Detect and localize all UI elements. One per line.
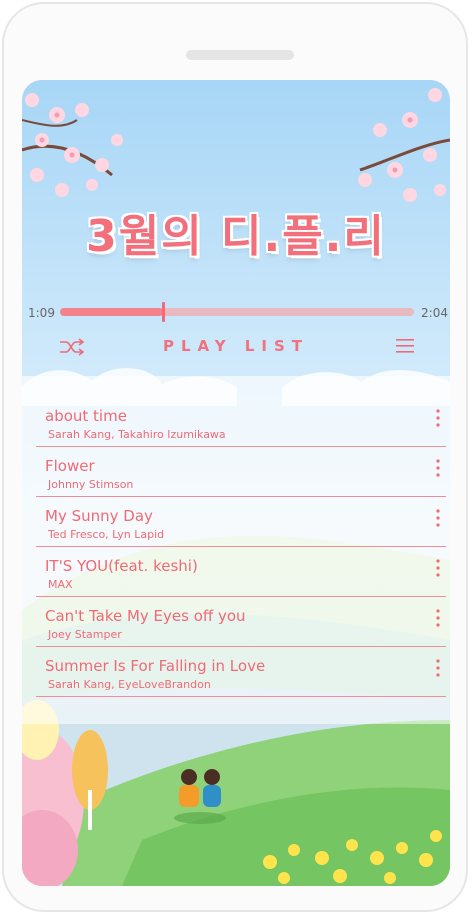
song-title: Can't Take My Eyes off you — [45, 607, 246, 625]
song-artist: Johnny Stimson — [48, 478, 134, 491]
cherry-blossom-left — [22, 93, 123, 197]
cherry-blossom-right — [358, 88, 450, 202]
phone-speaker — [186, 50, 294, 60]
song-title: My Sunny Day — [45, 507, 153, 525]
playlist-list: about time Sarah Kang, Takahiro Izumikaw… — [22, 376, 450, 724]
song-artist: Sarah Kang, EyeLoveBrandon — [48, 678, 211, 691]
song-artist: MAX — [48, 578, 73, 591]
song-title: about time — [45, 407, 127, 425]
song-title: Flower — [45, 457, 95, 475]
more-options-icon[interactable] — [436, 558, 440, 578]
list-item[interactable]: IT'S YOU(feat. keshi) MAX — [36, 546, 446, 597]
more-options-icon[interactable] — [436, 458, 440, 478]
list-item[interactable]: My Sunny Day Ted Fresco, Lyn Lapid — [36, 496, 446, 547]
list-item[interactable]: Summer Is For Falling in Love Sarah Kang… — [36, 646, 446, 697]
song-title: Summer Is For Falling in Love — [45, 657, 266, 675]
song-artist: Ted Fresco, Lyn Lapid — [48, 528, 165, 541]
current-time: 1:09 — [28, 306, 55, 320]
list-item[interactable]: about time Sarah Kang, Takahiro Izumikaw… — [36, 396, 446, 447]
player-screen: 3월의 디.플.리 1:09 2:04 PLAY LIST about time… — [22, 80, 450, 886]
song-artist: Joey Stamper — [48, 628, 122, 641]
song-artist: Sarah Kang, Takahiro Izumikawa — [48, 428, 226, 441]
list-item[interactable]: Can't Take My Eyes off you Joey Stamper — [36, 596, 446, 647]
progress-fill — [60, 308, 163, 316]
song-title: IT'S YOU(feat. keshi) — [45, 557, 198, 575]
more-options-icon[interactable] — [436, 408, 440, 428]
total-time: 2:04 — [421, 306, 448, 320]
playlist-title: 3월의 디.플.리 — [86, 211, 386, 262]
more-options-icon[interactable] — [436, 608, 440, 628]
more-options-icon[interactable] — [436, 508, 440, 528]
progress-knob[interactable] — [161, 302, 165, 322]
progress-bar[interactable] — [60, 302, 414, 322]
list-item[interactable]: Flower Johnny Stimson — [36, 446, 446, 497]
more-options-icon[interactable] — [436, 658, 440, 678]
